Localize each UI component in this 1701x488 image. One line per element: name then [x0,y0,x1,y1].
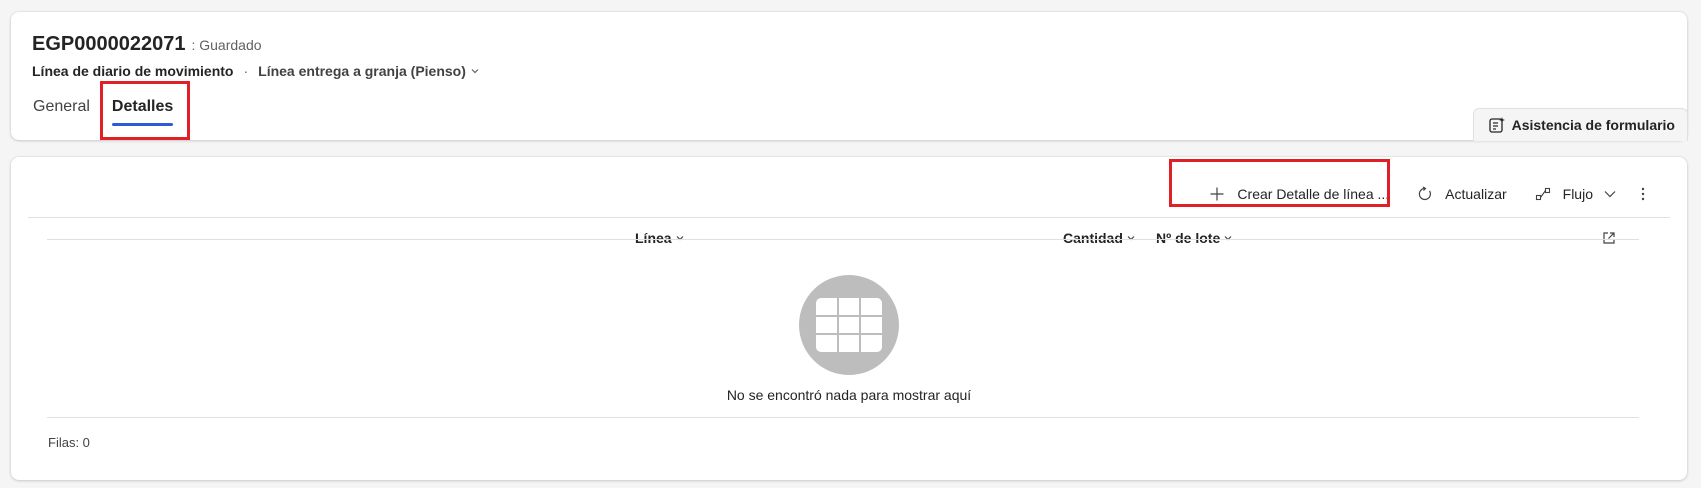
empty-message: No se encontró nada para mostrar aquí [726,387,972,403]
record-title: EGP0000022071 [32,33,186,55]
empty-grid-icon [799,275,899,375]
entity-row: Línea de diario de movimiento · Línea en… [32,63,480,79]
flow-icon [1535,187,1550,201]
row-count: Filas: 0 [48,435,90,450]
flow-button[interactable]: Flujo [1525,177,1627,211]
open-in-new-window-button[interactable] [1602,231,1616,250]
flow-label: Flujo [1562,186,1593,202]
more-commands-button[interactable] [1627,177,1659,211]
column-header-lote[interactable]: Nº de lote [1156,230,1233,246]
entity-name: Línea de diario de movimiento [32,63,234,79]
chevron-down-icon [1127,236,1135,241]
record-header: EGP0000022071 : Guardado Línea de diario… [11,12,1688,141]
chevron-down-icon [676,236,684,241]
refresh-button[interactable]: Actualizar [1407,177,1516,211]
refresh-label: Actualizar [1445,186,1507,202]
form-assist-button[interactable]: Asistencia de formulario [1472,108,1688,141]
tab-detalles-label: Detalles [111,98,174,115]
more-vertical-icon [1641,187,1645,201]
refresh-icon [1419,186,1432,201]
column-header-lote-label: Nº de lote [1156,230,1221,246]
separator: · [243,63,249,79]
save-status: : Guardado [191,37,262,53]
details-subgrid: Crear Detalle de línea ... Actualizar Fl… [11,157,1687,480]
chevron-down-icon [471,69,479,74]
column-header-cantidad[interactable]: Cantidad [1063,230,1136,246]
column-header-linea[interactable]: Línea [635,230,685,246]
form-assist-icon [1488,117,1505,133]
form-assist-label: Asistencia de formulario [1511,117,1675,133]
command-bar-divider [28,217,1670,218]
column-header-linea-label: Línea [635,230,672,246]
tab-general[interactable]: General [33,98,90,126]
form-selector[interactable]: Línea entrega a granja (Pienso) [258,63,480,79]
tab-general-label: General [33,98,90,115]
empty-state: No se encontró nada para mostrar aquí [11,275,1687,403]
chevron-down-icon [1604,191,1616,198]
form-selector-label: Línea entrega a granja (Pienso) [258,63,466,79]
header-row-divider [47,239,1639,240]
tab-detalles[interactable]: Detalles [111,98,174,126]
open-in-new-window-icon [1603,232,1615,244]
new-detail-label: Crear Detalle de línea ... [1237,186,1390,202]
chevron-down-icon [1224,236,1232,241]
new-detail-button[interactable]: Crear Detalle de línea ... [1199,177,1399,211]
add-icon [1210,187,1224,201]
subgrid-command-bar: Crear Detalle de línea ... Actualizar Fl… [11,177,1687,211]
column-header-cantidad-label: Cantidad [1063,230,1123,246]
footer-divider [47,417,1639,418]
tab-list: General Detalles [33,98,195,126]
title-row: EGP0000022071 : Guardado [32,33,262,56]
